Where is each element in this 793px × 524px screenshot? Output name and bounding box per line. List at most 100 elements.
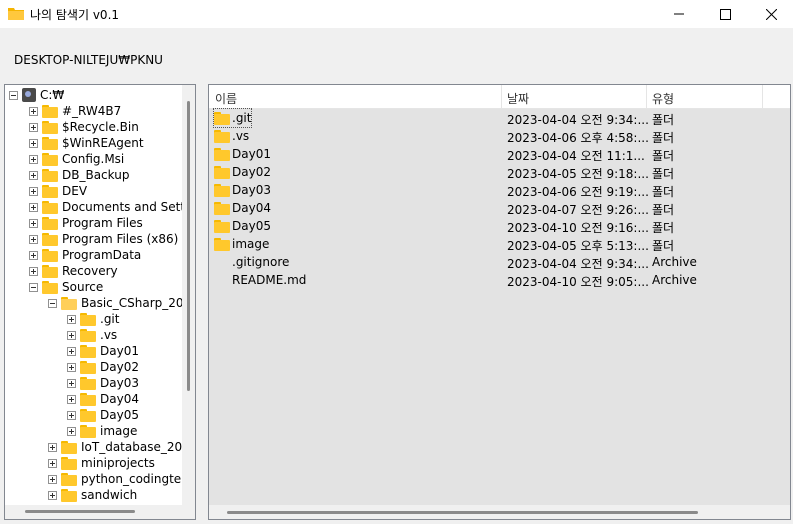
type-cell: Archive [652,273,697,287]
name-cell: .gitignore [214,253,289,271]
tree-item[interactable]: C:₩ [9,87,64,103]
list-item[interactable]: .git 2023-04-04 오전 9:34:... 폴더 [209,108,790,128]
tree-item[interactable]: Program Files (x86) [29,231,178,247]
column-header-type[interactable]: 유형 [652,90,674,107]
tree-item[interactable]: python_codingte [48,471,181,487]
tree-item[interactable]: IoT_database_20 [48,439,182,455]
tree-item-label: .vs [100,328,118,342]
folder-icon [42,152,58,166]
expand-icon[interactable] [48,490,57,500]
collapse-icon[interactable] [48,298,57,308]
tree-item[interactable]: Day02 [67,359,139,375]
tree-item[interactable]: Documents and Sett [29,199,185,215]
folder-icon [42,136,58,150]
tree-vertical-scroll-thumb[interactable] [187,101,190,391]
tree-item[interactable]: Program Files [29,215,143,231]
expand-icon[interactable] [67,426,76,436]
tree-item[interactable]: sandwich [48,487,137,503]
tree-horizontal-scroll-thumb[interactable] [25,510,135,513]
expand-icon[interactable] [67,362,76,372]
tree-item[interactable]: Basic_CSharp_20 [48,295,184,311]
tree-item[interactable]: DB_Backup [29,167,129,183]
expand-icon[interactable] [29,138,38,148]
tree-item[interactable]: .git [67,311,119,327]
folder-icon [214,111,230,125]
tree-horizontal-scrollbar[interactable] [5,505,195,519]
expand-icon[interactable] [29,250,38,260]
tree-item[interactable]: $WinREAgent [29,135,144,151]
column-header-date[interactable]: 날짜 [507,90,529,107]
file-name: .gitignore [232,255,290,269]
collapse-icon[interactable] [9,90,18,100]
list-item[interactable]: .gitignore 2023-04-04 오전 9:34:... Archive [209,253,790,271]
date-cell: 2023-04-06 오전 9:19:... [507,185,649,199]
close-button[interactable] [748,0,793,28]
minimize-button[interactable] [656,0,702,28]
list-item[interactable]: image 2023-04-05 오후 5:13:... 폴더 [209,235,790,253]
tree-item[interactable]: Config.Msi [29,151,124,167]
collapse-icon[interactable] [29,282,38,292]
expand-icon[interactable] [67,330,76,340]
list-item[interactable]: Day05 2023-04-10 오전 9:16:... 폴더 [209,217,790,235]
column-divider[interactable] [501,85,502,109]
expand-icon[interactable] [29,234,38,244]
expand-icon[interactable] [29,106,38,116]
type-cell: 폴더 [652,149,675,163]
expand-icon[interactable] [29,186,38,196]
tree-item-label: DEV [62,184,88,198]
expand-icon[interactable] [29,154,38,164]
expand-icon[interactable] [29,218,38,228]
file-name: README.md [232,273,307,287]
tree-item[interactable]: Source [29,279,103,295]
tree-item[interactable]: Day04 [67,391,139,407]
title-bar: 나의 탐색기 v0.1 [0,0,793,28]
expand-icon[interactable] [48,442,57,452]
list-item[interactable]: .vs 2023-04-06 오후 4:58:... 폴더 [209,127,790,145]
type-cell: Archive [652,255,697,269]
list-horizontal-scroll-thumb[interactable] [227,511,698,514]
expand-icon[interactable] [67,378,76,388]
folder-icon [61,440,77,454]
expand-icon[interactable] [67,394,76,404]
expand-icon[interactable] [48,458,57,468]
tree-item[interactable]: image [67,423,137,439]
file-list[interactable]: 이름 날짜 유형 .git 2023-04-04 오전 9:34:... 폴더 .vs… [208,84,791,520]
window-title: 나의 탐색기 v0.1 [30,8,120,22]
maximize-button[interactable] [702,0,748,28]
list-item[interactable]: README.md 2023-04-10 오전 9:05:... Archive [209,271,790,289]
tree-item[interactable]: Day03 [67,375,139,391]
list-horizontal-scrollbar[interactable] [209,505,790,519]
expand-icon[interactable] [29,266,38,276]
list-item[interactable]: Day03 2023-04-06 오전 9:19:... 폴더 [209,181,790,199]
column-header-name[interactable]: 이름 [215,90,237,107]
expand-icon[interactable] [67,314,76,324]
list-item[interactable]: Day04 2023-04-07 오전 9:26:... 폴더 [209,199,790,217]
column-divider[interactable] [646,85,647,109]
tree-item[interactable]: Day01 [67,343,139,359]
folder-icon [214,129,230,143]
expand-icon[interactable] [29,202,38,212]
expand-icon[interactable] [48,474,57,484]
current-path-label: DESKTOP-NILTEJU₩PKNU [14,53,163,67]
list-item[interactable]: Day01 2023-04-04 오전 11:1... 폴더 [209,145,790,163]
date-cell: 2023-04-05 오전 9:18:... [507,167,649,181]
tree-item[interactable]: .vs [67,327,117,343]
column-divider[interactable] [762,85,763,109]
expand-icon[interactable] [67,346,76,356]
list-item[interactable]: Day02 2023-04-05 오전 9:18:... 폴더 [209,163,790,181]
tree-item[interactable]: Recovery [29,263,118,279]
file-name: image [232,237,270,251]
tree-item[interactable]: DEV [29,183,87,199]
expand-icon[interactable] [67,410,76,420]
tree-item[interactable]: miniprojects [48,455,155,471]
tree-item[interactable]: $Recycle.Bin [29,119,139,135]
expand-icon[interactable] [29,170,38,180]
tree-item[interactable]: ProgramData [29,247,141,263]
expand-icon[interactable] [29,122,38,132]
tree-vertical-scrollbar[interactable] [182,85,195,505]
folder-icon [42,232,58,246]
tree-item[interactable]: #_RW4B7 [29,103,121,119]
tree-item-label: python_codingte [81,472,182,486]
tree-item[interactable]: Day05 [67,407,139,423]
folder-tree[interactable]: C:₩ #_RW4B7 $Recycle.Bin $WinREAgent Config.… [4,84,196,520]
